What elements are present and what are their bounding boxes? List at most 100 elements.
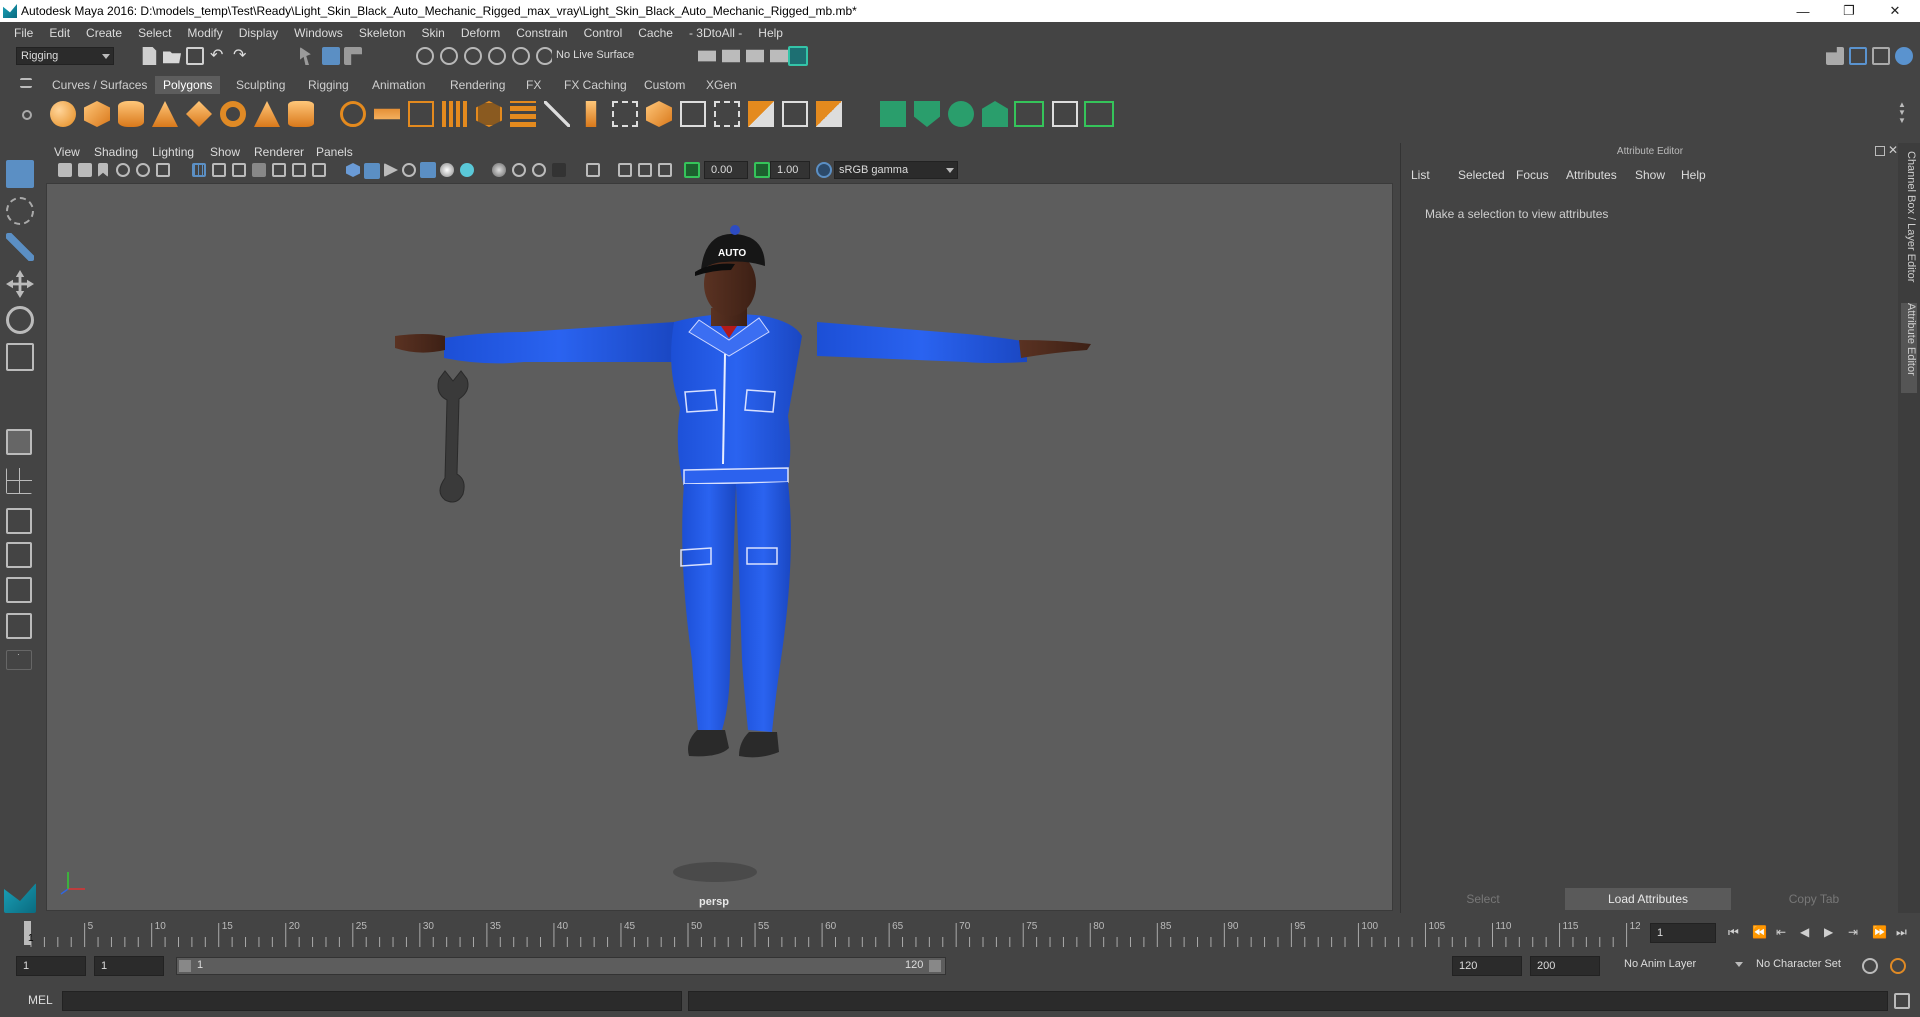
ipr-render-icon[interactable] [770, 49, 788, 63]
merge-icon[interactable] [714, 101, 740, 127]
menu-constrain[interactable]: Constrain [508, 26, 575, 40]
mel-command-input[interactable] [62, 991, 682, 1011]
shadows-icon[interactable] [440, 163, 454, 177]
render-current-frame-icon[interactable] [746, 49, 764, 63]
maximize-button[interactable]: ❐ [1826, 0, 1872, 22]
select-tool-icon[interactable] [6, 160, 34, 188]
gate-mask-icon[interactable] [252, 163, 266, 177]
toggle-attribute-editor-icon[interactable] [1872, 47, 1890, 65]
ae-menu-show[interactable]: Show [1635, 168, 1665, 182]
paint-select-tool-icon[interactable] [6, 233, 34, 261]
toggle-channel-box-icon[interactable] [1895, 47, 1913, 65]
menu-file[interactable]: File [6, 26, 41, 40]
resolution-gate-icon[interactable] [232, 163, 246, 177]
poly-pipe-icon[interactable] [288, 101, 314, 127]
redo-icon[interactable]: ↷ [233, 47, 251, 65]
grid-toggle-icon[interactable] [192, 163, 206, 177]
view-transform-icon[interactable] [816, 162, 832, 178]
menu-deform[interactable]: Deform [453, 26, 508, 40]
hypershade-persp-layout-icon[interactable] [6, 613, 32, 639]
go-to-start-icon[interactable]: ⏮ [1728, 925, 1739, 940]
select-by-hierarchy-icon[interactable] [300, 47, 311, 65]
current-frame-field[interactable]: 1 [1650, 923, 1716, 943]
move-tool-icon[interactable] [6, 270, 34, 298]
menu-skeleton[interactable]: Skeleton [351, 26, 414, 40]
lasso-tool-icon[interactable] [6, 197, 34, 225]
single-perspective-layout-icon[interactable] [6, 429, 32, 455]
snap-to-point-icon[interactable] [464, 47, 482, 65]
playback-end-field[interactable]: 120 [1452, 956, 1522, 976]
tab-rigging[interactable]: Rigging [300, 76, 357, 94]
film-gate-icon[interactable] [212, 163, 226, 177]
combine-icon[interactable] [340, 101, 366, 127]
save-scene-icon[interactable] [186, 47, 204, 65]
tab-sculpting[interactable]: Sculpting [228, 76, 293, 94]
menuset-dropdown[interactable]: Rigging [16, 47, 114, 65]
grease-pencil-icon[interactable] [156, 163, 170, 177]
menu-control[interactable]: Control [576, 26, 631, 40]
render-settings-icon[interactable] [698, 50, 716, 62]
ae-menu-help[interactable]: Help [1681, 168, 1706, 182]
poly-sphere-icon[interactable] [50, 101, 76, 127]
vp-menu-renderer[interactable]: Renderer [254, 145, 304, 159]
image-plane-icon[interactable] [116, 163, 130, 177]
multisample-aa-icon[interactable] [512, 163, 526, 177]
insert-edge-loop-icon[interactable] [612, 101, 638, 127]
go-to-end-icon[interactable]: ⏭ [1896, 925, 1907, 940]
xray-icon[interactable] [586, 163, 600, 177]
select-camera-icon[interactable] [58, 163, 72, 177]
textured-icon[interactable] [402, 163, 416, 177]
vp-menu-show[interactable]: Show [210, 145, 240, 159]
smooth-icon[interactable] [408, 101, 434, 127]
field-chart-icon[interactable] [272, 163, 286, 177]
hypershade-icon[interactable] [788, 46, 808, 66]
2d-pan-zoom-icon[interactable] [136, 163, 150, 177]
tab-fx[interactable]: FX [518, 76, 549, 94]
menu-display[interactable]: Display [231, 26, 286, 40]
safe-title-icon[interactable] [312, 163, 326, 177]
menu-create[interactable]: Create [78, 26, 130, 40]
multi-cut-icon[interactable] [544, 101, 570, 127]
character-controls-icon[interactable] [1849, 47, 1867, 65]
more-layouts-icon[interactable]: ˙ [6, 650, 32, 670]
wireframe-on-shaded-icon[interactable] [384, 163, 398, 177]
motion-blur-icon[interactable] [492, 163, 506, 177]
menu-modify[interactable]: Modify [179, 26, 230, 40]
four-view-layout-icon[interactable] [6, 468, 32, 494]
camera-attributes-icon[interactable] [78, 163, 92, 177]
animation-preferences-icon[interactable] [1890, 958, 1906, 974]
screen-space-ao-icon[interactable] [460, 163, 474, 177]
open-scene-icon[interactable] [163, 51, 181, 64]
range-slider[interactable]: 1 120 [176, 957, 946, 975]
gamma-field[interactable]: 1.00 [770, 161, 810, 179]
exposure-toggle-icon[interactable] [684, 162, 700, 178]
select-by-component-icon[interactable] [344, 47, 362, 65]
menu-cache[interactable]: Cache [630, 26, 681, 40]
boolean-icon[interactable] [442, 101, 468, 127]
snap-to-curve-icon[interactable] [440, 47, 458, 65]
bookmark-icon[interactable] [98, 163, 108, 177]
vp-menu-lighting[interactable]: Lighting [152, 145, 194, 159]
step-forward-key-icon[interactable]: ⏩ [1872, 925, 1887, 939]
shelf-menu-icon[interactable] [20, 78, 32, 88]
anim-layer-dropdown[interactable]: No Anim Layer [1620, 956, 1746, 976]
safe-action-icon[interactable] [292, 163, 306, 177]
play-forwards-icon[interactable]: ▶ [1824, 925, 1833, 939]
poly-torus-icon[interactable] [220, 101, 246, 127]
load-attributes-button[interactable]: Load Attributes [1565, 888, 1731, 910]
symmetry-icon[interactable] [1084, 101, 1114, 127]
perspective-viewport[interactable]: AUTO persp [46, 183, 1393, 911]
xray-joints-icon[interactable] [618, 163, 632, 177]
mirror-icon[interactable] [748, 101, 774, 127]
ae-menu-list[interactable]: List [1411, 168, 1430, 182]
ae-select-button[interactable]: Select [1403, 888, 1563, 910]
snap-to-grid-icon[interactable] [416, 47, 434, 65]
soft-selection-icon[interactable] [1014, 101, 1044, 127]
backface-culling-icon[interactable] [658, 163, 672, 177]
tab-fx-caching[interactable]: FX Caching [556, 76, 635, 94]
tab-custom[interactable]: Custom [636, 76, 693, 94]
select-by-object-icon[interactable] [322, 47, 340, 65]
tab-rendering[interactable]: Rendering [442, 76, 513, 94]
time-slider[interactable]: 5 10 15 20 25 30 35 40 45 50 55 60 65 70 75 80 85 90 95 100… [24, 917, 1640, 947]
use-all-lights-icon[interactable] [420, 162, 436, 178]
